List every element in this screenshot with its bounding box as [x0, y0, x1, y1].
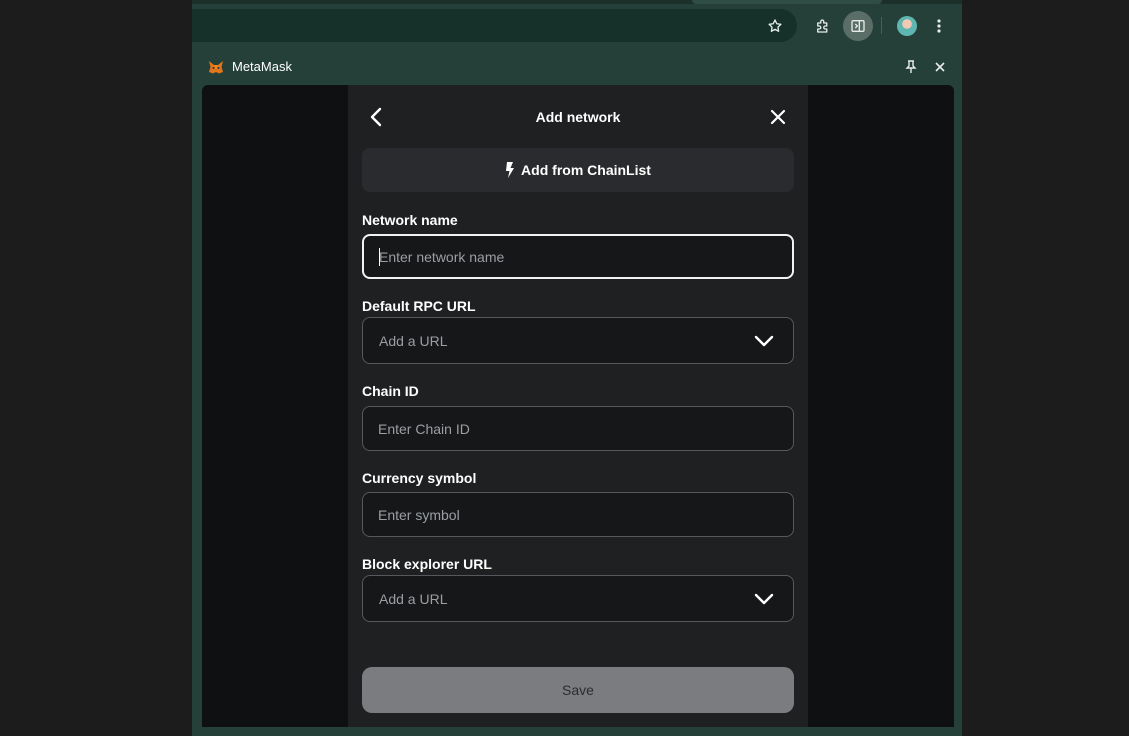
more-vert-icon[interactable]	[930, 15, 948, 37]
network-name-field[interactable]	[362, 234, 794, 279]
side-panel-header: MetaMask	[192, 52, 962, 82]
close-icon[interactable]	[766, 105, 790, 129]
extension-panel: Add network Add from ChainList Network n…	[202, 85, 954, 727]
network-name-input[interactable]	[379, 236, 749, 277]
side-panel-icon[interactable]	[843, 11, 873, 41]
save-button[interactable]: Save	[362, 667, 794, 713]
extensions-icon[interactable]	[810, 15, 836, 37]
currency-symbol-input[interactable]	[378, 493, 748, 536]
address-bar[interactable]	[192, 9, 797, 42]
browser-window: MetaMask Add network Add from ChainList …	[192, 0, 962, 736]
block-explorer-placeholder: Add a URL	[379, 591, 448, 607]
profile-avatar[interactable]	[897, 16, 917, 36]
chain-id-input[interactable]	[378, 407, 748, 450]
currency-symbol-field[interactable]	[362, 492, 794, 537]
tab-strip-active-tab[interactable]	[692, 0, 882, 4]
rpc-url-placeholder: Add a URL	[379, 333, 448, 349]
star-icon[interactable]	[762, 15, 788, 37]
block-explorer-dropdown[interactable]: Add a URL	[362, 575, 794, 622]
currency-symbol-label: Currency symbol	[362, 470, 477, 486]
desktop-background-left	[0, 0, 192, 736]
chain-id-field[interactable]	[362, 406, 794, 451]
side-panel-title: MetaMask	[232, 59, 292, 74]
chevron-down-icon[interactable]	[753, 332, 775, 350]
metamask-fox-icon	[208, 59, 224, 75]
chain-id-label: Chain ID	[362, 383, 419, 399]
desktop-background-right	[962, 0, 1129, 736]
toolbar-separator	[881, 17, 882, 34]
chevron-down-icon[interactable]	[753, 590, 775, 608]
rpc-url-dropdown[interactable]: Add a URL	[362, 317, 794, 364]
network-name-label: Network name	[362, 212, 458, 228]
rpc-url-label: Default RPC URL	[362, 298, 476, 314]
pin-icon[interactable]	[902, 58, 920, 76]
bolt-icon	[505, 162, 515, 178]
modal-title: Add network	[535, 109, 621, 125]
block-explorer-label: Block explorer URL	[362, 556, 492, 572]
add-network-modal: Add network Add from ChainList Network n…	[348, 85, 808, 727]
chainlist-button-label: Add from ChainList	[521, 162, 651, 178]
close-icon[interactable]	[931, 58, 949, 76]
add-from-chainlist-button[interactable]: Add from ChainList	[362, 148, 794, 192]
